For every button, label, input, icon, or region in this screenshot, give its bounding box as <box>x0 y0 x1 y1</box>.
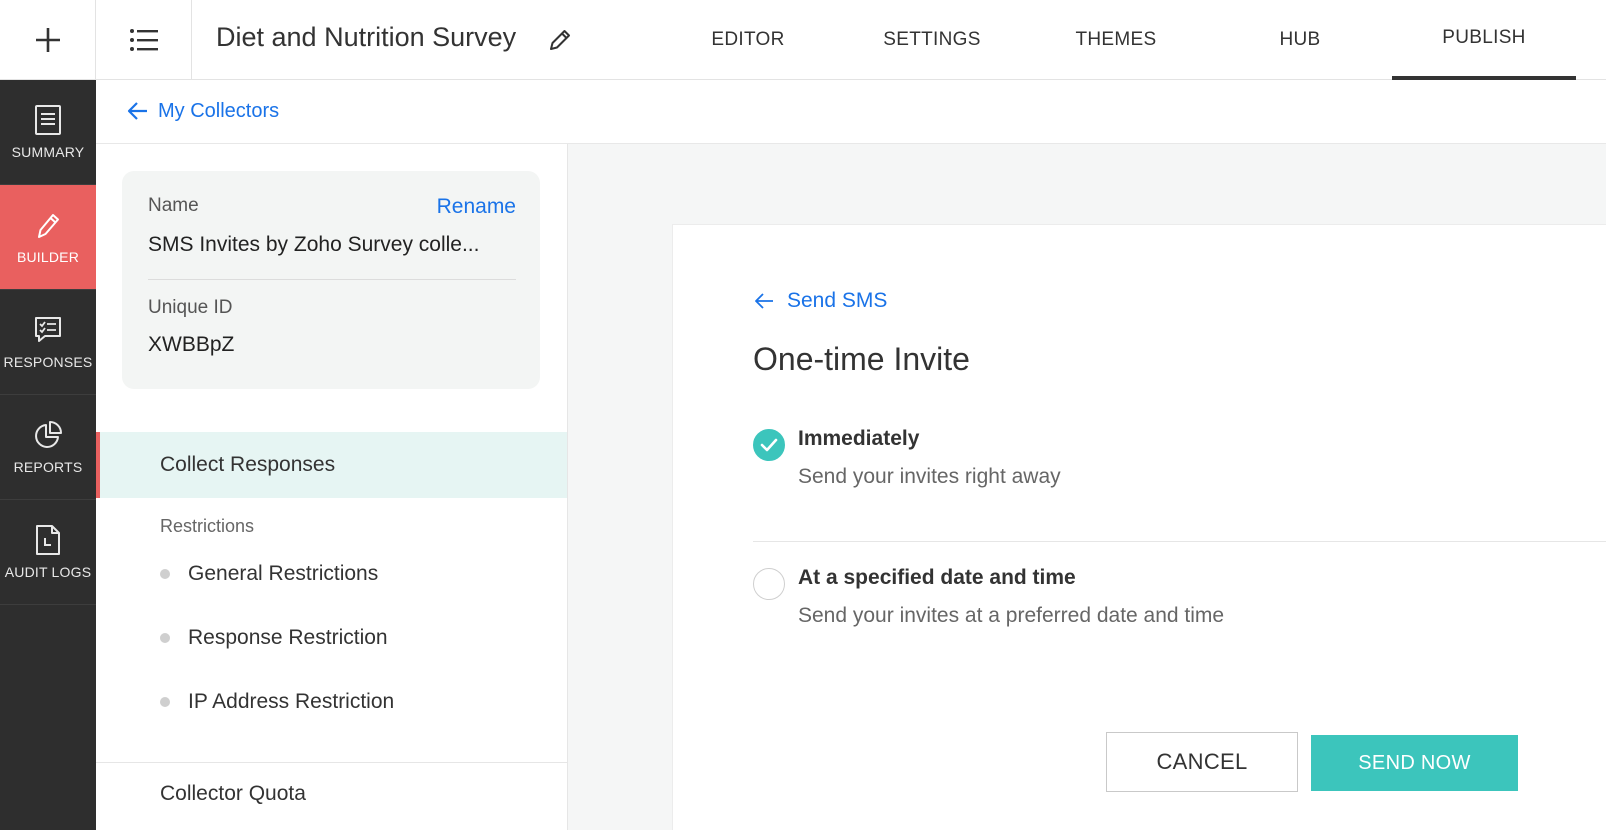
nav-item-label: IP Address Restriction <box>188 690 395 713</box>
divider <box>96 762 567 763</box>
bullet-icon <box>160 697 170 707</box>
menu-button[interactable] <box>96 0 192 80</box>
tab-hub[interactable]: HUB <box>1208 0 1392 80</box>
divider <box>148 279 516 280</box>
unique-id-value: XWBBpZ <box>148 333 235 356</box>
option-description: Send your invites right away <box>798 465 1061 488</box>
back-to-send-sms[interactable]: Send SMS <box>753 289 887 313</box>
sidebar: SUMMARY BUILDER RESPONSES REPORTS AUDIT … <box>0 80 96 830</box>
document-icon <box>35 105 61 135</box>
sidebar-item-responses[interactable]: RESPONSES <box>0 290 96 395</box>
sidebar-item-label: REPORTS <box>13 459 83 475</box>
name-label: Name <box>148 195 199 216</box>
nav-ip-address-restriction[interactable]: IP Address Restriction <box>160 690 394 714</box>
sidebar-item-label: SUMMARY <box>11 144 85 160</box>
cancel-button[interactable]: CANCEL <box>1106 732 1298 792</box>
sidebar-item-builder[interactable]: BUILDER <box>0 185 96 290</box>
breadcrumb-my-collectors[interactable]: My Collectors <box>126 99 279 123</box>
unique-id-label: Unique ID <box>148 297 233 318</box>
tab-settings[interactable]: SETTINGS <box>840 0 1024 80</box>
sidebar-item-reports[interactable]: REPORTS <box>0 395 96 500</box>
back-link-label: Send SMS <box>787 289 888 312</box>
pencil-icon <box>38 214 59 238</box>
option-description: Send your invites at a preferred date an… <box>798 604 1225 627</box>
collector-info-card: Name Rename SMS Invites by Zoho Survey c… <box>122 171 540 389</box>
send-now-button[interactable]: SEND NOW <box>1311 735 1518 791</box>
divider <box>753 541 1606 542</box>
restrictions-heading: Restrictions <box>160 516 255 536</box>
option-title: Immediately <box>798 427 920 450</box>
nav-item-label: General Restrictions <box>188 562 379 585</box>
nav-collector-quota[interactable]: Collector Quota <box>160 782 306 806</box>
nav-item-label: Response Restriction <box>188 626 388 649</box>
bullet-icon <box>160 633 170 643</box>
sidebar-item-label: AUDIT LOGS <box>4 564 92 580</box>
audit-log-icon <box>36 525 60 555</box>
option-title: At a specified date and time <box>798 566 1076 589</box>
bullet-icon <box>160 569 170 579</box>
top-bar: Diet and Nutrition Survey EDITOR SETTING… <box>0 0 1606 80</box>
radio-checked[interactable] <box>753 429 785 461</box>
tab-themes[interactable]: THEMES <box>1024 0 1208 80</box>
collector-name: SMS Invites by Zoho Survey colle... <box>148 233 480 256</box>
breadcrumb-label: My Collectors <box>158 99 280 122</box>
sidebar-item-summary[interactable]: SUMMARY <box>0 80 96 185</box>
pie-chart-icon <box>35 421 62 448</box>
plus-icon <box>35 28 60 52</box>
nav-collect-responses[interactable]: Collect Responses <box>96 432 567 498</box>
arrow-left-icon <box>127 102 147 120</box>
radio-unchecked[interactable] <box>753 568 785 600</box>
add-button[interactable] <box>0 0 96 80</box>
tab-editor[interactable]: EDITOR <box>656 0 840 80</box>
responses-icon <box>35 317 61 342</box>
sidebar-item-audit-logs[interactable]: AUDIT LOGS <box>0 500 96 605</box>
survey-title: Diet and Nutrition Survey <box>216 22 517 52</box>
nav-response-restriction[interactable]: Response Restriction <box>160 626 388 650</box>
sidebar-item-label: BUILDER <box>16 249 80 265</box>
list-icon <box>129 29 158 51</box>
check-icon <box>760 438 778 452</box>
page-title: One-time Invite <box>753 341 970 377</box>
pencil-icon[interactable] <box>546 26 574 54</box>
tab-publish[interactable]: PUBLISH <box>1392 0 1576 80</box>
sidebar-item-label: RESPONSES <box>3 354 93 370</box>
breadcrumb-bar: My Collectors <box>96 80 1606 144</box>
collector-settings-panel: Name Rename SMS Invites by Zoho Survey c… <box>96 144 568 830</box>
arrow-left-icon <box>755 293 773 309</box>
nav-general-restrictions[interactable]: General Restrictions <box>160 562 378 586</box>
rename-link[interactable]: Rename <box>437 195 516 219</box>
